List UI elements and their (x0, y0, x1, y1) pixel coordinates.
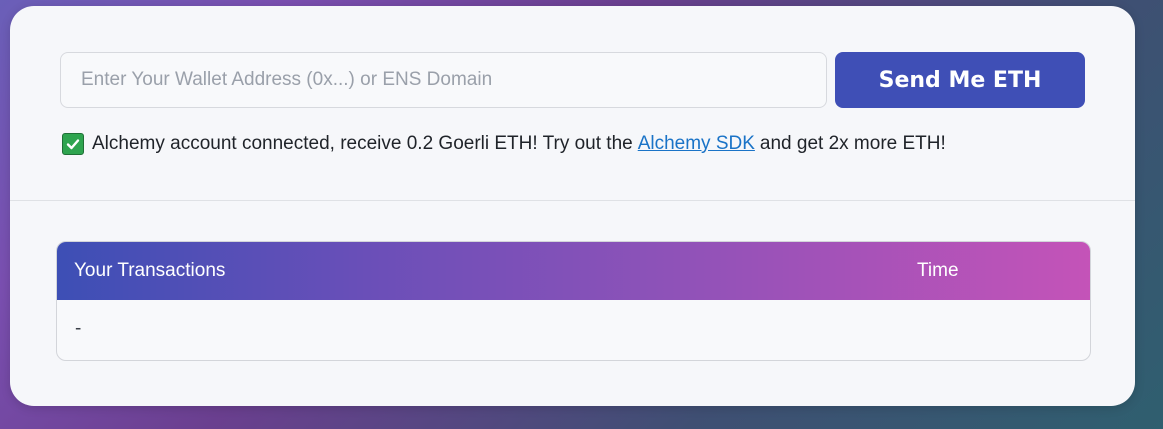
column-header-transactions: Your Transactions (74, 260, 226, 281)
address-form: Send Me ETH (60, 52, 1085, 110)
transaction-cell: - (75, 318, 82, 339)
status-text-after: and get 2x more ETH! (759, 133, 946, 154)
status-text-before: Alchemy account connected, receive 0.2 G… (92, 133, 633, 154)
faucet-card: Send Me ETH Alchemy account connected, r… (10, 6, 1135, 406)
alchemy-sdk-link[interactable]: Alchemy SDK (638, 133, 755, 155)
status-message: Alchemy account connected, receive 0.2 G… (62, 131, 946, 157)
transactions-table: Your Transactions Time - (56, 241, 1091, 361)
table-row: - (57, 300, 1090, 358)
column-header-time: Time (917, 260, 959, 281)
send-me-eth-button[interactable]: Send Me ETH (835, 52, 1085, 108)
wallet-address-input[interactable] (60, 52, 827, 108)
check-mark-icon (62, 133, 84, 155)
table-header: Your Transactions Time (57, 242, 1090, 300)
section-divider (10, 200, 1135, 201)
